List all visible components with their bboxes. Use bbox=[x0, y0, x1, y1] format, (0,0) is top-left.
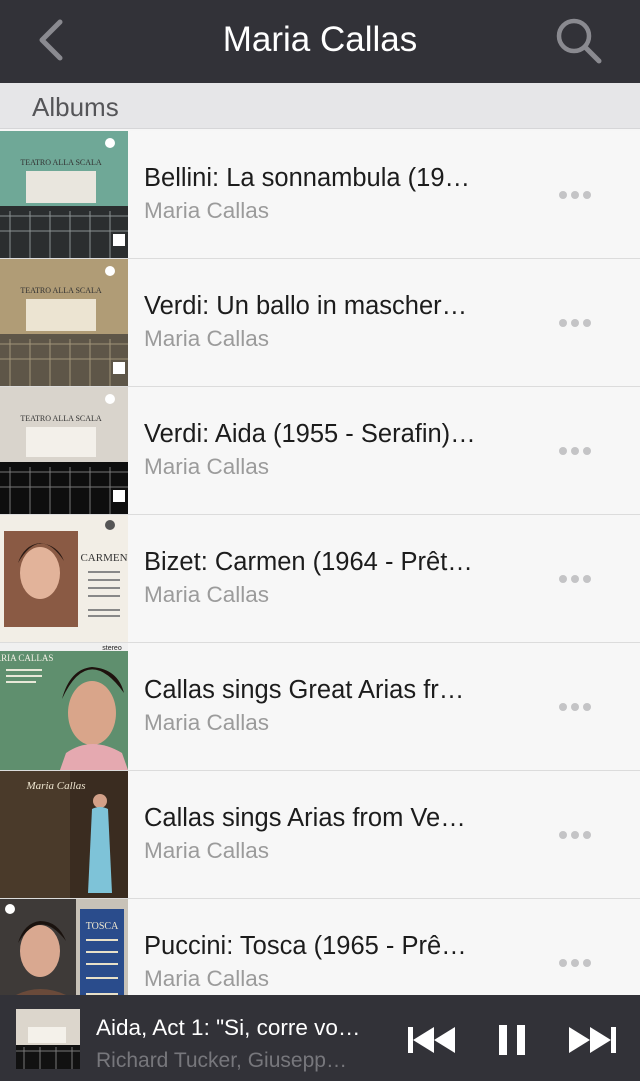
album-row[interactable]: stereo MARIA CALLAS Callas sings Great A… bbox=[0, 643, 640, 771]
album-cover: TEATRO ALLA SCALA bbox=[0, 259, 128, 386]
album-artist: Maria Callas bbox=[144, 326, 270, 351]
more-options-icon[interactable] bbox=[558, 189, 592, 201]
album-artist: Maria Callas bbox=[144, 710, 270, 735]
more-options-icon[interactable] bbox=[558, 445, 592, 457]
more-options-icon[interactable] bbox=[558, 317, 592, 329]
album-cover: Maria Callas bbox=[0, 771, 128, 898]
now-playing-artists: Richard Tucker, Giusepp… bbox=[96, 1049, 347, 1072]
section-header-albums: Albums bbox=[0, 83, 640, 129]
previous-track-icon[interactable] bbox=[408, 1025, 456, 1055]
now-playing-bar[interactable]: Aida, Act 1: "Si, corre vo… Richard Tuck… bbox=[0, 995, 640, 1081]
navigation-bar: Maria Callas bbox=[0, 0, 640, 83]
more-options-icon[interactable] bbox=[558, 957, 592, 969]
album-artist: Maria Callas bbox=[144, 966, 270, 991]
svg-text:CARMEN: CARMEN bbox=[80, 552, 127, 564]
album-title: Callas sings Great Arias fr… bbox=[144, 676, 465, 704]
album-row[interactable]: Maria Callas Callas sings Arias from Ve…… bbox=[0, 771, 640, 899]
svg-text:stereo: stereo bbox=[102, 645, 122, 652]
album-title: Bellini: La sonnambula (19… bbox=[144, 164, 471, 192]
section-label: Albums bbox=[32, 92, 119, 122]
album-title: Callas sings Arias from Ve… bbox=[144, 804, 466, 832]
svg-text:MARIA CALLAS: MARIA CALLAS bbox=[0, 653, 53, 663]
album-list: TEATRO ALLA SCALA Bellini: La sonnambula… bbox=[0, 131, 640, 1027]
album-row[interactable]: TEATRO ALLA SCALA Verdi: Aida (1955 - Se… bbox=[0, 387, 640, 515]
album-cover: stereo MARIA CALLAS bbox=[0, 643, 128, 770]
search-button[interactable] bbox=[550, 10, 610, 70]
more-options-icon[interactable] bbox=[558, 829, 592, 841]
magnifier-icon bbox=[556, 18, 602, 64]
svg-text:TEATRO ALLA SCALA: TEATRO ALLA SCALA bbox=[20, 286, 102, 295]
svg-text:TOSCA: TOSCA bbox=[86, 921, 119, 932]
now-playing-artwork[interactable] bbox=[16, 1009, 80, 1069]
now-playing-title: Aida, Act 1: "Si, corre vo… bbox=[96, 1015, 361, 1040]
album-artist: Maria Callas bbox=[144, 582, 270, 607]
svg-text:Maria Callas: Maria Callas bbox=[26, 780, 86, 792]
album-cover: TEATRO ALLA SCALA bbox=[0, 131, 128, 258]
album-artist: Maria Callas bbox=[144, 198, 270, 223]
svg-text:TEATRO ALLA SCALA: TEATRO ALLA SCALA bbox=[20, 414, 102, 423]
album-cover: TEATRO ALLA SCALA bbox=[0, 387, 128, 514]
album-title: Bizet: Carmen (1964 - Prêt… bbox=[144, 548, 473, 576]
album-title: Verdi: Aida (1955 - Serafin)… bbox=[144, 420, 476, 448]
album-row[interactable]: CARMEN Bizet: Carmen (1964 - Prêt… Maria… bbox=[0, 515, 640, 643]
album-artist: Maria Callas bbox=[144, 838, 270, 863]
album-title: Puccini: Tosca (1965 - Prê… bbox=[144, 932, 467, 960]
next-track-icon[interactable] bbox=[568, 1025, 616, 1055]
more-options-icon[interactable] bbox=[558, 573, 592, 585]
svg-text:TEATRO ALLA SCALA: TEATRO ALLA SCALA bbox=[20, 158, 102, 167]
album-artist: Maria Callas bbox=[144, 454, 270, 479]
album-cover: CARMEN bbox=[0, 515, 128, 642]
album-title: Verdi: Un ballo in mascher… bbox=[144, 292, 468, 320]
page-title: Maria Callas bbox=[222, 20, 418, 59]
more-options-icon[interactable] bbox=[558, 701, 592, 713]
pause-icon[interactable] bbox=[496, 1025, 528, 1055]
album-row[interactable]: TEATRO ALLA SCALA Bellini: La sonnambula… bbox=[0, 131, 640, 259]
album-row[interactable]: TEATRO ALLA SCALA Verdi: Un ballo in mas… bbox=[0, 259, 640, 387]
